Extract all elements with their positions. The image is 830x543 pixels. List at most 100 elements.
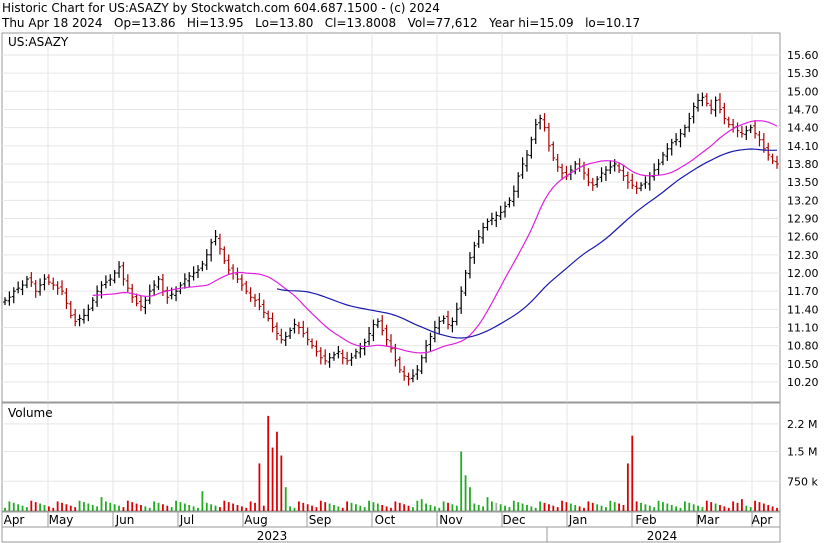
volume-bar [631, 435, 634, 511]
volume-bar [429, 504, 432, 511]
volume-bar [626, 463, 629, 511]
volume-bar [504, 505, 506, 511]
price-axis: 10.20 10.50 10.80 11.10 11.40 11.70 12.00 12.30… [787, 49, 819, 389]
volume-bar [170, 507, 173, 511]
volume-panel: 750 k 1.5 M 2.2 M Volume [1, 402, 818, 512]
price-panel: 10.20 10.50 10.80 11.10 11.40 11.70 12.00 12.30… [1, 32, 819, 403]
time-axis: Apr May Jun Jul Aug Sep Oct Nov Dec Jan Feb Mar Apr 2… [1, 511, 781, 543]
price-tick-label: 13.50 [787, 176, 819, 189]
volume-label: Volume [8, 406, 53, 420]
volume-bar [741, 499, 743, 511]
volume-bar [469, 487, 471, 511]
volume-bar [78, 500, 81, 511]
volume-bar [91, 504, 94, 511]
volume-bar [232, 503, 234, 511]
price-tick-label: 15.60 [787, 49, 819, 62]
volume-bar [135, 503, 138, 511]
volume-bar [306, 504, 309, 511]
volume-bar [705, 500, 708, 511]
volume-bar [574, 504, 577, 511]
volume-bar [311, 505, 313, 511]
volume-bar [565, 502, 568, 511]
volume-bar [455, 505, 458, 511]
volume-bar [398, 502, 401, 511]
price-tick-label: 10.50 [787, 358, 819, 371]
volume-bar [276, 431, 278, 511]
year-label: 2024 [647, 529, 678, 543]
volume-bar [662, 502, 664, 511]
volume-bar [486, 497, 489, 511]
volume-bar [52, 507, 55, 511]
volume-bar [530, 506, 533, 511]
volume-bar [596, 504, 599, 511]
volume-bar [188, 504, 191, 511]
volume-bar [192, 506, 195, 511]
volume-bar [675, 506, 678, 511]
month-label: Apr [752, 513, 773, 527]
volume-tick-label: 1.5 M [787, 446, 817, 459]
volume-bar [521, 503, 524, 511]
month-label: Apr [4, 513, 25, 527]
month-label: Jun [115, 513, 135, 527]
volume-bar [666, 503, 669, 511]
volume-bar [201, 491, 204, 511]
volume-bar [359, 505, 362, 511]
volume-bar [333, 504, 335, 511]
volume-bar [473, 503, 476, 511]
volume-bar [284, 487, 287, 511]
volume-bar [12, 502, 15, 511]
month-label: Mar [697, 513, 720, 527]
volume-bar [719, 504, 721, 511]
volume-bar [140, 504, 142, 511]
volume-axis: 750 k 1.5 M 2.2 M [787, 418, 818, 488]
volume-bar [258, 463, 261, 511]
volume-bar [100, 497, 103, 511]
price-tick-label: 14.40 [787, 122, 819, 135]
volume-bar [622, 504, 625, 511]
volume-bar [368, 500, 370, 511]
volume-bar [556, 507, 559, 511]
price-tick-label: 11.70 [787, 285, 819, 298]
volume-bar [197, 507, 199, 511]
volume-bar [403, 504, 406, 511]
volume-bar [144, 506, 147, 511]
volume-bar [175, 500, 177, 511]
month-label: Aug [244, 513, 267, 527]
volume-bar [227, 502, 230, 511]
volume-bar [451, 504, 454, 511]
volume-bar [754, 500, 756, 511]
volume-bar [122, 507, 125, 511]
volume-bar [477, 504, 480, 511]
volume-bar [745, 505, 748, 511]
volume-bar [69, 505, 72, 511]
volume-bar [297, 501, 300, 511]
volume-bar [302, 502, 305, 511]
volume-bar [109, 502, 112, 511]
volume-bar [245, 507, 248, 511]
volume-bar [350, 502, 353, 511]
volume-bar [442, 501, 445, 511]
volume-bar [267, 415, 270, 511]
volume-bar [670, 504, 673, 511]
month-label: Feb [635, 513, 656, 527]
volume-bar [776, 507, 778, 511]
price-tick-label: 14.10 [787, 140, 819, 153]
volume-bar [65, 504, 68, 511]
volume-bar [618, 503, 620, 511]
volume-bar [280, 455, 283, 511]
volume-bar [512, 500, 515, 511]
volume-bar [96, 506, 99, 511]
volume-bar [543, 502, 546, 511]
volume-bar [262, 505, 265, 511]
volume-bar [539, 501, 542, 511]
volume-bar [749, 507, 752, 511]
price-tick-label: 12.30 [787, 249, 819, 262]
month-label: May [49, 513, 74, 527]
volume-bar [552, 505, 555, 511]
price-tick-label: 13.80 [787, 158, 819, 171]
volume-bar [679, 507, 682, 511]
stock-chart: 10.20 10.50 10.80 11.10 11.40 11.70 12.00 12.30… [1, 32, 819, 543]
volume-bar [385, 506, 388, 511]
volume-bar [727, 507, 730, 511]
volume-tick-label: 2.2 M [787, 418, 817, 431]
